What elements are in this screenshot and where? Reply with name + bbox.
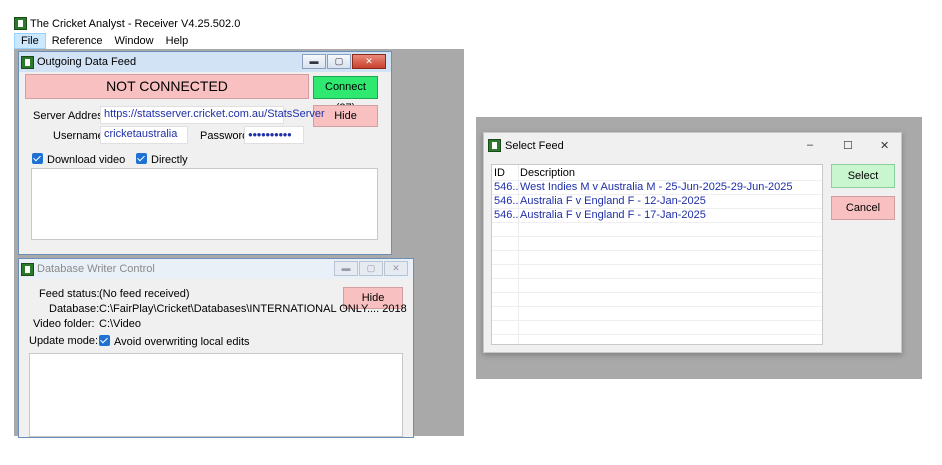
menu-bar: File Reference Window Help: [14, 33, 464, 49]
cancel-button[interactable]: Cancel: [831, 196, 895, 220]
directly-checkbox[interactable]: Directly: [136, 153, 188, 166]
column-header-description[interactable]: Description: [520, 167, 575, 180]
list-item[interactable]: 546... Australia F v England F - 17-Jan-…: [492, 209, 822, 223]
list-item[interactable]: 546... West Indies M v Australia M - 25-…: [492, 181, 822, 195]
update-mode-label: Update mode:: [29, 335, 99, 347]
checkbox-checked-icon: [99, 335, 110, 346]
select-feed-title: Select Feed: [505, 139, 564, 152]
close-icon[interactable]: ✕: [352, 54, 386, 69]
dbwriter-titlebar[interactable]: Database Writer Control ▬ ▢ ✕: [19, 259, 413, 279]
dbwriter-title: Database Writer Control: [37, 263, 155, 275]
empty-row: [492, 251, 822, 265]
app-icon: [21, 55, 34, 69]
dbwriter-log-area[interactable]: [29, 353, 403, 437]
download-video-checkbox[interactable]: Download video: [32, 153, 125, 166]
maximize-icon[interactable]: ▢: [359, 261, 383, 276]
checkbox-checked-icon: [32, 153, 43, 164]
outgoing-titlebar[interactable]: Outgoing Data Feed ▬ ▢ ✕: [19, 52, 391, 72]
feed-description: Australia F v England F - 12-Jan-2025: [520, 195, 706, 207]
password-field[interactable]: ●●●●●●●●●●: [244, 126, 304, 144]
menu-help[interactable]: Help: [160, 33, 195, 49]
video-folder-value: C:\Video: [99, 318, 141, 330]
empty-row: [492, 293, 822, 307]
app-title: The Cricket Analyst - Receiver V4.25.502…: [30, 17, 241, 30]
server-address-field[interactable]: https://statsserver.cricket.com.au/Stats…: [100, 106, 325, 124]
database-label: Database:: [49, 303, 100, 315]
feed-list[interactable]: ID Description 546... West Indies M v Au…: [491, 164, 823, 345]
download-video-label: Download video: [47, 154, 126, 166]
close-icon[interactable]: ✕: [384, 261, 408, 276]
maximize-icon[interactable]: ▢: [327, 54, 351, 69]
outgoing-title: Outgoing Data Feed: [37, 56, 137, 68]
empty-row: [492, 223, 822, 237]
avoid-overwrite-checkbox[interactable]: Avoid overwriting local edits: [99, 335, 250, 348]
main-app-window: The Cricket Analyst - Receiver V4.25.502…: [14, 14, 464, 438]
column-header-id[interactable]: ID: [494, 167, 518, 180]
feed-id: 546...: [494, 209, 518, 221]
outgoing-data-feed-window: Outgoing Data Feed ▬ ▢ ✕ NOT CONNECTED C…: [18, 51, 392, 255]
empty-row: [492, 279, 822, 293]
username-label: Username:: [53, 130, 107, 142]
minimize-icon[interactable]: ▬: [302, 54, 326, 69]
feed-description: Australia F v England F - 17-Jan-2025: [520, 209, 706, 221]
maximize-icon[interactable]: ☐: [843, 139, 853, 152]
checkbox-checked-icon: [136, 153, 147, 164]
feed-description: West Indies M v Australia M - 25-Jun-202…: [520, 181, 793, 193]
username-field[interactable]: cricketaustralia: [100, 126, 188, 144]
empty-row: [492, 307, 822, 321]
feed-id: 546...: [494, 195, 518, 207]
app-titlebar[interactable]: The Cricket Analyst - Receiver V4.25.502…: [14, 14, 464, 33]
empty-row: [492, 265, 822, 279]
minimize-icon[interactable]: –: [807, 139, 813, 151]
connect-button[interactable]: Connect (27): [313, 76, 378, 114]
close-icon[interactable]: ✕: [880, 139, 889, 152]
connection-status-banner: NOT CONNECTED: [25, 74, 309, 99]
feed-status-label: Feed status:: [39, 288, 100, 300]
minimize-icon[interactable]: ▬: [334, 261, 358, 276]
video-folder-label: Video folder:: [33, 318, 95, 330]
directly-label: Directly: [151, 154, 188, 166]
feed-status-value: (No feed received): [99, 288, 190, 300]
list-header: ID Description: [492, 167, 822, 181]
feed-id: 546...: [494, 181, 518, 193]
empty-row: [492, 321, 822, 335]
select-feed-dialog: Select Feed – ☐ ✕ ID Description 546... …: [483, 132, 902, 353]
menu-reference[interactable]: Reference: [46, 33, 109, 49]
database-writer-control-window: Database Writer Control ▬ ▢ ✕ Hide Feed …: [18, 258, 414, 438]
select-button[interactable]: Select: [831, 164, 895, 188]
outgoing-log-area[interactable]: [31, 168, 378, 240]
list-item[interactable]: 546... Australia F v England F - 12-Jan-…: [492, 195, 822, 209]
app-icon: [14, 17, 27, 30]
menu-file[interactable]: File: [14, 33, 46, 49]
app-icon: [21, 262, 34, 276]
menu-window[interactable]: Window: [109, 33, 160, 49]
select-feed-titlebar[interactable]: Select Feed – ☐ ✕: [484, 133, 901, 158]
database-value: C:\FairPlay\Cricket\Databases\INTERNATIO…: [99, 303, 407, 315]
avoid-overwrite-label: Avoid overwriting local edits: [114, 336, 250, 348]
empty-row: [492, 237, 822, 251]
app-icon: [488, 139, 501, 152]
